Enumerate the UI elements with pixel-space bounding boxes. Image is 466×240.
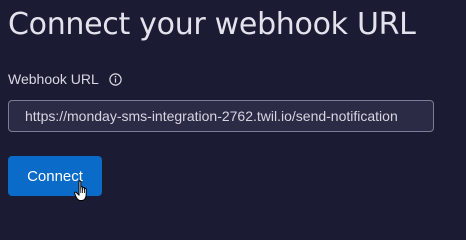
webhook-url-input[interactable]: https://monday-sms-integration-2762.twil… (8, 100, 434, 132)
webhook-url-value: https://monday-sms-integration-2762.twil… (25, 108, 398, 124)
page-title: Connect your webhook URL (8, 7, 416, 42)
webhook-url-label: Webhook URL (8, 71, 99, 87)
info-icon[interactable] (109, 71, 122, 86)
hand-pointer-icon (74, 180, 87, 201)
webhook-url-label-row: Webhook URL (8, 70, 122, 88)
